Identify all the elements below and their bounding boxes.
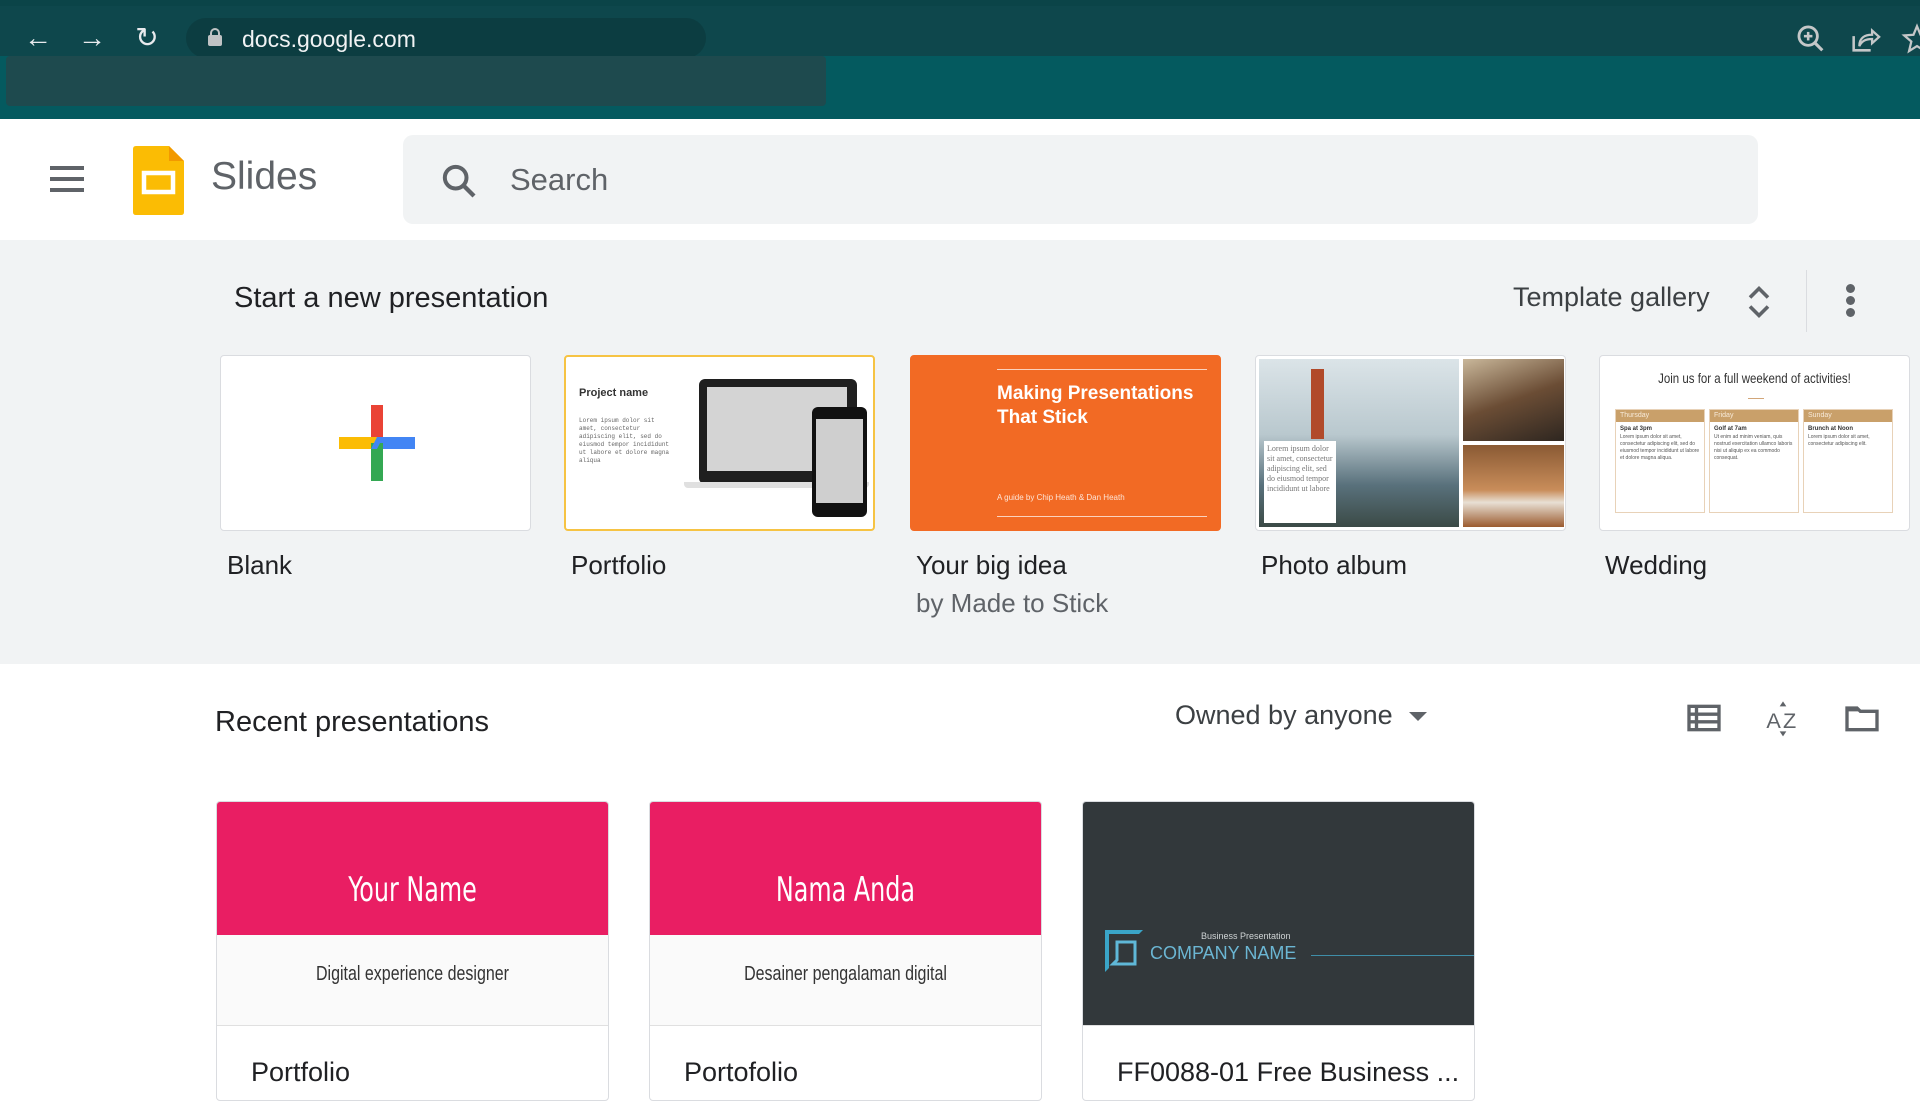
slides-logo-icon[interactable]	[133, 146, 184, 215]
day-card: Friday Golf at 7am Ut enim ad minim veni…	[1709, 409, 1799, 513]
zoom-in-icon[interactable]	[1794, 22, 1828, 56]
forward-icon[interactable]: →	[74, 20, 110, 56]
doc-name: FF0088-01 Free Business ...	[1117, 1057, 1460, 1087]
template-your-big-idea[interactable]: Making Presentations That Stick A guide …	[910, 355, 1221, 531]
browser-chrome: ← → ↻ docs.google.com	[0, 0, 1920, 119]
phone-image	[812, 407, 867, 517]
template-label: Photo album	[1261, 550, 1407, 580]
address-bar[interactable]: docs.google.com	[186, 18, 706, 58]
owner-filter-dropdown[interactable]: Owned by anyone	[1175, 700, 1427, 731]
doc-thumbnail: Business Presentation COMPANY NAME	[1083, 802, 1474, 1026]
template-blank[interactable]	[220, 355, 531, 531]
app-name[interactable]: Slides	[211, 155, 317, 199]
divider	[1806, 270, 1807, 332]
svg-text:A: A	[1766, 708, 1781, 733]
company-logo-icon	[1105, 930, 1143, 972]
day-card: Sunday Brunch at Noon Lorem ipsum dolor …	[1803, 409, 1893, 513]
unfold-icon[interactable]	[1744, 284, 1774, 320]
star-icon[interactable]	[1900, 22, 1920, 56]
share-icon[interactable]	[1848, 22, 1882, 56]
more-options-icon[interactable]	[1836, 280, 1866, 320]
leaves-photo	[1463, 359, 1564, 441]
template-gallery-button[interactable]: Template gallery	[1513, 282, 1710, 313]
browser-toolbar: ← → ↻ docs.google.com	[0, 6, 1920, 58]
template-portfolio[interactable]: Project name Lorem ipsum dolor sit amet,…	[564, 355, 875, 531]
thumb-title: Making Presentations That Stick	[997, 383, 1194, 428]
search-placeholder: Search	[510, 162, 609, 197]
doc-thumbnail: Your Name Digital experience designer	[217, 802, 608, 1026]
plus-icon	[339, 405, 415, 481]
list-view-icon[interactable]	[1684, 698, 1724, 738]
thumb-text: Lorem ipsum dolor sit amet, consectetur …	[579, 417, 670, 464]
dropdown-arrow-icon	[1408, 712, 1427, 722]
recent-doc-card[interactable]: Business Presentation COMPANY NAME FF008…	[1082, 801, 1475, 1101]
search-icon[interactable]	[439, 161, 479, 201]
template-label: Blank	[227, 550, 293, 580]
day-card: Thursday Spa at 3pm Lorem ipsum dolor si…	[1615, 409, 1705, 513]
template-section: Start a new presentation Template galler…	[0, 240, 1920, 664]
folder-icon[interactable]	[1842, 698, 1882, 738]
url-text: docs.google.com	[242, 26, 416, 52]
thumb-sub: A guide by Chip Heath & Dan Heath	[997, 493, 1125, 502]
template-label: Your big idea	[916, 550, 1067, 580]
recent-doc-card[interactable]: Your Name Digital experience designer Po…	[216, 801, 609, 1101]
hamburger-menu-icon[interactable]	[50, 164, 86, 194]
reload-icon[interactable]: ↻	[129, 20, 165, 56]
template-label: Wedding	[1605, 550, 1708, 580]
section-title: Recent presentations	[215, 706, 490, 738]
thumb-title: Join us for a full weekend of activities…	[1658, 370, 1851, 386]
app-header: Slides Search	[0, 119, 1920, 240]
table-photo	[1463, 445, 1564, 527]
template-sublabel: by Made to Stick	[916, 588, 1109, 618]
bridge-photo: Lorem ipsum dolor sit amet, consectetur …	[1259, 359, 1459, 527]
doc-name: Portfolio	[251, 1057, 351, 1087]
doc-thumbnail: Nama Anda Desainer pengalaman digital	[650, 802, 1041, 1026]
lock-icon	[208, 28, 222, 46]
svg-text:Z: Z	[1783, 708, 1796, 733]
bookmarks-bar	[6, 56, 826, 106]
template-wedding[interactable]: Join us for a full weekend of activities…	[1599, 355, 1910, 531]
section-title: Start a new presentation	[234, 282, 549, 314]
template-photo-album[interactable]: Lorem ipsum dolor sit amet, consectetur …	[1255, 355, 1566, 531]
back-icon[interactable]: ←	[20, 20, 56, 56]
doc-name: Portofolio	[684, 1057, 799, 1087]
owner-filter-label: Owned by anyone	[1175, 700, 1393, 730]
search-input[interactable]: Search	[403, 135, 1758, 224]
thumb-title: Project name	[579, 387, 649, 399]
template-label: Portfolio	[571, 550, 667, 580]
recent-doc-card[interactable]: Nama Anda Desainer pengalaman digital Po…	[649, 801, 1042, 1101]
sort-az-icon[interactable]: A Z	[1763, 698, 1803, 738]
